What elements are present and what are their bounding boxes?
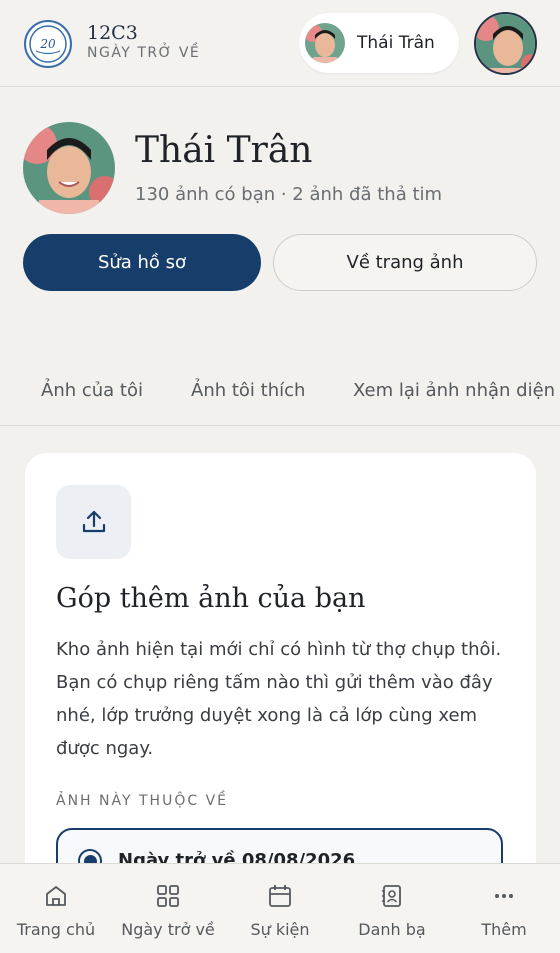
nav-label: Ngày trở về [121,920,215,939]
upload-button[interactable] [56,485,131,559]
account-avatar[interactable] [474,12,537,75]
profile-avatar[interactable] [23,122,115,214]
gallery-button[interactable]: Về trang ảnh [273,234,537,291]
pill-user-name: Thái Trân [357,33,435,53]
more-icon [490,882,518,910]
profile-tabs: Ảnh của tôi Ảnh tôi thích Xem lại ảnh nh… [0,360,560,426]
tab-face-review[interactable]: Xem lại ảnh nhận diện [353,380,555,401]
grid-icon [154,882,182,910]
card-description: Kho ảnh hiện tại mới chỉ có hình từ thợ … [56,639,502,759]
tab-liked-photos[interactable]: Ảnh tôi thích [191,380,305,401]
user-pill[interactable]: Thái Trân [299,13,459,73]
top-header: 20 12C3 NGÀY TRỞ VỀ Thái Trân [0,0,560,87]
profile-stats: 130 ảnh có bạn · 2 ảnh đã thả tim [135,184,443,205]
home-icon [42,882,70,910]
brand-subtitle: NGÀY TRỞ VỀ [87,45,201,61]
brand-title: 12C3 [87,22,138,44]
nav-label: Sự kiện [250,920,310,939]
calendar-icon [266,882,294,910]
nav-label: Thêm [481,920,527,939]
contacts-icon [378,882,406,910]
bottom-nav: Trang chủ Ngày trở về Sự kiện Danh bạ Th… [0,863,560,953]
nav-home[interactable]: Trang chủ [0,864,112,953]
nav-events[interactable]: Sự kiện [224,864,336,953]
nav-return-day[interactable]: Ngày trở về [112,864,224,953]
nav-label: Trang chủ [16,920,96,939]
pill-avatar [305,23,345,63]
edit-profile-button[interactable]: Sửa hồ sơ [23,234,261,291]
class-logo[interactable]: 20 [24,20,72,68]
card-title: Góp thêm ảnh của bạn [56,583,366,614]
logo-emblem-icon: 20 [29,25,67,63]
nav-more[interactable]: Thêm [448,864,560,953]
nav-label: Danh bạ [358,920,426,939]
section-label: ẢNH NÀY THUỘC VỀ [56,793,228,809]
upload-icon [82,510,105,533]
tab-my-photos[interactable]: Ảnh của tôi [41,380,143,401]
nav-contacts[interactable]: Danh bạ [336,864,448,953]
profile-name: Thái Trân [135,130,313,171]
svg-text:20: 20 [39,37,56,51]
